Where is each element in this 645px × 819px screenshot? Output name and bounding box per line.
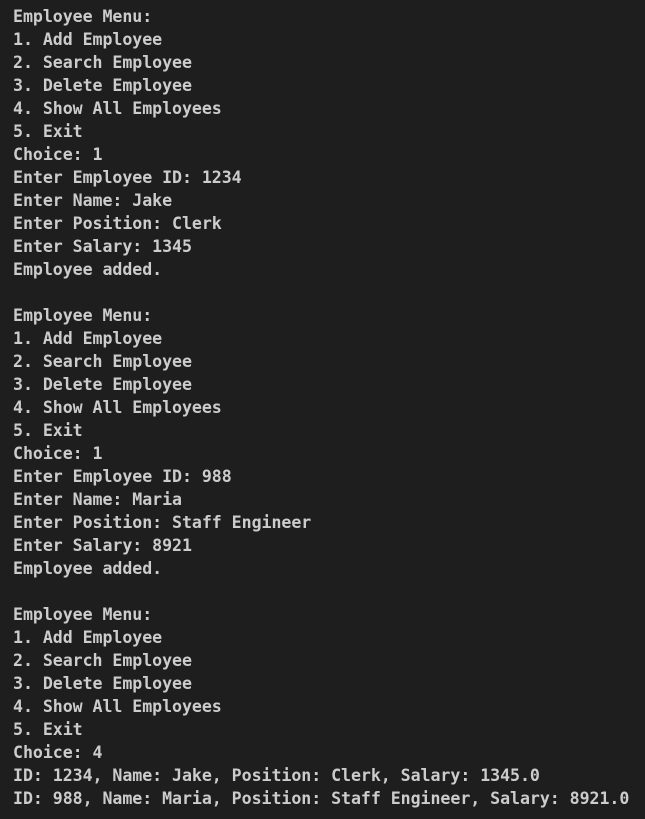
terminal-line: 3. Delete Employee xyxy=(13,76,192,95)
terminal-line: Employee Menu: xyxy=(13,605,153,624)
terminal-line: 2. Search Employee xyxy=(13,651,192,670)
terminal-line: Enter Name: Maria xyxy=(13,490,182,509)
terminal-line: ID: 988, Name: Maria, Position: Staff En… xyxy=(13,789,630,808)
terminal-output[interactable]: Employee Menu: 1. Add Employee 2. Search… xyxy=(0,0,645,819)
terminal-line: Enter Salary: 8921 xyxy=(13,536,192,555)
terminal-line: 1. Add Employee xyxy=(13,329,163,348)
terminal-line: 2. Search Employee xyxy=(13,352,192,371)
terminal-line: Enter Employee ID: 988 xyxy=(13,467,232,486)
terminal-line: Enter Employee ID: 1234 xyxy=(13,168,242,187)
terminal-line: Enter Name: Jake xyxy=(13,191,173,210)
terminal-line: Enter Salary: 1345 xyxy=(13,237,192,256)
terminal-line: 1. Add Employee xyxy=(13,30,163,49)
terminal-line: Choice: 1 xyxy=(13,444,103,463)
terminal-line: Enter Position: Clerk xyxy=(13,214,222,233)
terminal-line: 4. Show All Employees xyxy=(13,398,222,417)
terminal-line: Enter Position: Staff Engineer xyxy=(13,513,312,532)
terminal-line: 3. Delete Employee xyxy=(13,674,192,693)
terminal-line: Choice: 1 xyxy=(13,145,103,164)
terminal-line: 5. Exit xyxy=(13,720,83,739)
terminal-line: 5. Exit xyxy=(13,122,83,141)
terminal-line: 4. Show All Employees xyxy=(13,99,222,118)
terminal-line: Employee added. xyxy=(13,559,163,578)
terminal-line: Employee Menu: xyxy=(13,306,153,325)
terminal-line: ID: 1234, Name: Jake, Position: Clerk, S… xyxy=(13,766,540,785)
terminal-line: 5. Exit xyxy=(13,421,83,440)
terminal-line: Employee Menu: xyxy=(13,7,153,26)
terminal-line: 3. Delete Employee xyxy=(13,375,192,394)
terminal-line: 1. Add Employee xyxy=(13,628,163,647)
terminal-line: 4. Show All Employees xyxy=(13,697,222,716)
terminal-line: 2. Search Employee xyxy=(13,53,192,72)
terminal-line: Choice: 4 xyxy=(13,743,103,762)
terminal-line: Employee added. xyxy=(13,260,163,279)
